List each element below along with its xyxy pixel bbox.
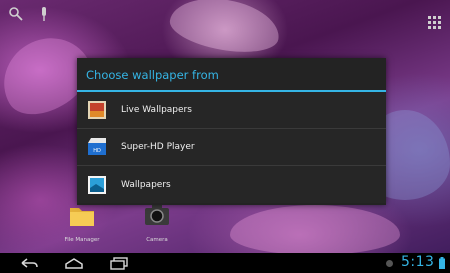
shortcut-file-manager[interactable]: File Manager	[52, 200, 112, 243]
system-navigation-bar: 5:13	[0, 253, 450, 273]
wallpapers-icon	[88, 175, 106, 194]
option-live-wallpapers[interactable]: Live Wallpapers	[77, 92, 386, 129]
svg-text:HD: HD	[93, 148, 101, 154]
search-icon[interactable]	[8, 6, 24, 22]
shortcut-label-camera: Camera	[146, 237, 168, 243]
option-label: Live Wallpapers	[121, 105, 192, 115]
shortcut-camera[interactable]: Camera	[127, 200, 187, 243]
sync-status-icon	[386, 260, 393, 267]
dialog-title: Choose wallpaper from	[77, 58, 386, 92]
back-icon[interactable]	[18, 256, 40, 270]
option-label: Wallpapers	[121, 179, 171, 190]
status-clock: 5:13	[401, 254, 435, 270]
super-hd-player-icon: HD	[88, 138, 106, 155]
shortcut-label-file-manager: File Manager	[64, 237, 100, 243]
recent-apps-icon[interactable]	[108, 256, 130, 270]
option-super-hd-player[interactable]: HD Super-HD Player	[77, 129, 386, 166]
option-wallpapers[interactable]: Wallpapers	[77, 166, 386, 203]
live-wallpaper-icon	[88, 101, 106, 119]
microphone-icon[interactable]	[36, 6, 52, 22]
option-label: Super-HD Player	[121, 142, 195, 152]
battery-icon	[439, 257, 445, 269]
wallpaper-chooser-dialog: Choose wallpaper from Live Wallpapers HD…	[77, 58, 386, 205]
apps-grid-icon[interactable]	[428, 16, 442, 30]
top-bar	[8, 6, 52, 22]
home-icon[interactable]	[63, 256, 85, 270]
